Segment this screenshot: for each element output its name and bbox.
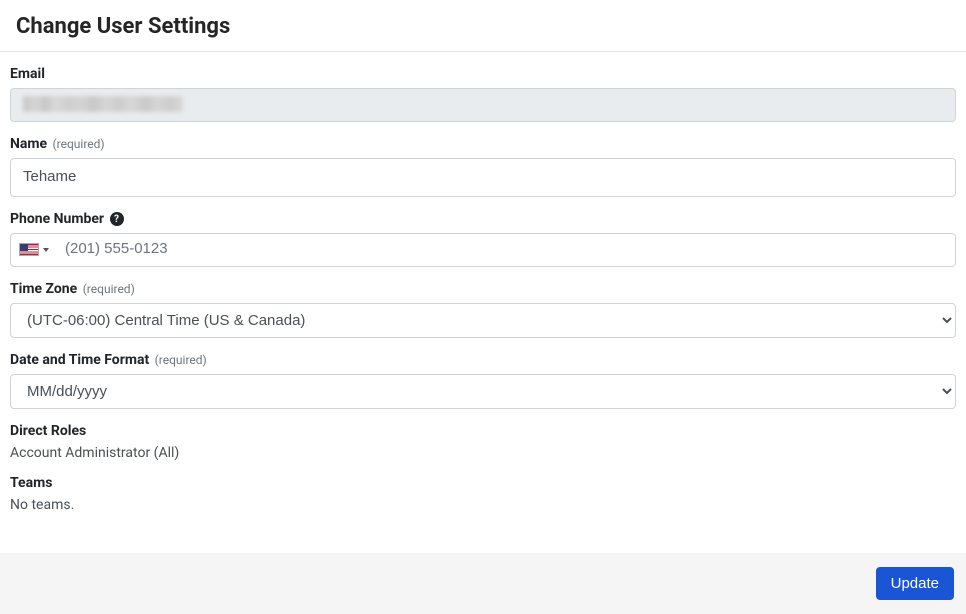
- name-required-hint: (required): [53, 137, 105, 151]
- name-group: Name (required): [10, 136, 956, 197]
- update-button[interactable]: Update: [876, 567, 954, 600]
- name-label-text: Name: [10, 136, 47, 152]
- phone-label-text: Phone Number: [10, 211, 104, 227]
- email-group: Email: [10, 66, 956, 122]
- timezone-label: Time Zone (required): [10, 281, 956, 297]
- name-input[interactable]: [10, 158, 956, 197]
- dateformat-group: Date and Time Format (required) MM/dd/yy…: [10, 352, 956, 409]
- timezone-label-text: Time Zone: [10, 281, 77, 297]
- page-title: Change User Settings: [0, 0, 966, 52]
- dateformat-required-hint: (required): [155, 353, 207, 367]
- phone-label: Phone Number ?: [10, 211, 956, 227]
- direct-roles-value: Account Administrator (All): [10, 445, 956, 461]
- footer-bar: Update: [0, 553, 966, 614]
- phone-group: Phone Number ?: [10, 211, 956, 267]
- direct-roles-group: Direct Roles Account Administrator (All): [10, 423, 956, 461]
- teams-value: No teams.: [10, 497, 956, 513]
- name-label: Name (required): [10, 136, 956, 152]
- dateformat-select[interactable]: MM/dd/yyyy: [10, 374, 956, 409]
- timezone-required-hint: (required): [83, 282, 135, 296]
- phone-field-wrapper: [10, 233, 956, 267]
- teams-group: Teams No teams.: [10, 475, 956, 513]
- teams-label: Teams: [10, 475, 956, 491]
- dateformat-label: Date and Time Format (required): [10, 352, 956, 368]
- phone-country-selector[interactable]: [11, 234, 55, 266]
- direct-roles-label: Direct Roles: [10, 423, 956, 439]
- us-flag-icon: [19, 243, 39, 256]
- timezone-select[interactable]: (UTC-06:00) Central Time (US & Canada): [10, 303, 956, 338]
- timezone-group: Time Zone (required) (UTC-06:00) Central…: [10, 281, 956, 338]
- email-redacted-value: [23, 96, 183, 112]
- dateformat-label-text: Date and Time Format: [10, 352, 149, 368]
- caret-down-icon: [43, 248, 49, 252]
- email-label: Email: [10, 66, 956, 82]
- email-field: [10, 88, 956, 122]
- phone-input[interactable]: [55, 233, 955, 267]
- help-icon[interactable]: ?: [110, 212, 124, 226]
